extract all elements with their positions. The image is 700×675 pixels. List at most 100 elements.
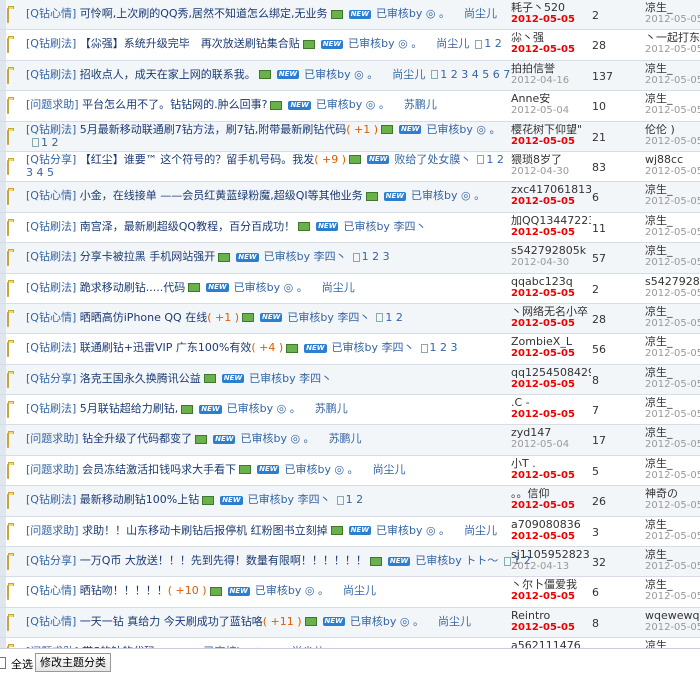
- last-poster[interactable]: 神奇の: [645, 488, 700, 500]
- thread-category-link[interactable]: [Q钻心情]: [26, 311, 76, 324]
- last-user-link[interactable]: 尚尘儿: [392, 68, 425, 81]
- last-user-link[interactable]: 尚尘儿: [438, 615, 471, 628]
- page-links[interactable]: 1 2 3 4 5 6 7: [431, 68, 510, 81]
- thread-category-link[interactable]: [Q钻分享]: [26, 554, 76, 567]
- author-name[interactable]: 樱花树下仰望": [511, 124, 591, 136]
- last-user-link[interactable]: 尚尘儿: [464, 524, 497, 537]
- row-checkbox[interactable]: [0, 0, 6, 30]
- thread-category-link[interactable]: [Q钻刷法]: [26, 220, 76, 233]
- page-links[interactable]: 1 2 3: [420, 341, 458, 354]
- thread-title-link[interactable]: 5月最新移动联通刷7钻方法，刷7钻,附带最新刷钻代码: [80, 123, 347, 136]
- select-all-checkbox[interactable]: [0, 657, 6, 669]
- author-name[interactable]: 加QQ134472233: [511, 215, 591, 227]
- author-name[interactable]: qq1254508429: [511, 367, 591, 379]
- edit-category-button[interactable]: 修改主题分类: [35, 653, 111, 672]
- page-links[interactable]: 1 2: [336, 493, 363, 506]
- author-name[interactable]: 丶尔卜僵爱我: [511, 579, 591, 591]
- thread-category-link[interactable]: [Q钻刷法]: [26, 402, 76, 415]
- row-checkbox[interactable]: [0, 182, 6, 212]
- last-poster[interactable]: 凉生_: [645, 306, 700, 318]
- last-poster[interactable]: 凉生_: [645, 549, 700, 561]
- author-name[interactable]: ZombieX_L: [511, 336, 591, 348]
- row-checkbox[interactable]: [0, 60, 6, 91]
- author-name[interactable]: zyd147: [511, 427, 591, 439]
- thread-title-link[interactable]: 一万Q币 大放送！！！先到先得！数量有限啊！！！！！！: [80, 554, 367, 567]
- last-user-link[interactable]: 尚尘儿: [436, 37, 469, 50]
- thread-title-link[interactable]: 5月联钻超给力刷钻,: [80, 402, 179, 415]
- thread-category-link[interactable]: [问题求助]: [26, 432, 79, 445]
- thread-title-link[interactable]: 【尛强】系统升级完毕 再次放送刷钻集合贴: [80, 37, 300, 50]
- thread-title-link[interactable]: 晒钻吻！！！！！: [80, 584, 168, 597]
- last-poster[interactable]: 凉生_: [645, 397, 700, 409]
- thread-category-link[interactable]: [Q钻刷法]: [26, 68, 76, 81]
- last-user-link[interactable]: 苏鹏儿: [315, 402, 348, 415]
- select-all-label[interactable]: 全选: [11, 656, 33, 672]
- author-name[interactable]: 猥琐8岁了: [511, 154, 591, 166]
- thread-category-link[interactable]: [问题求助]: [26, 463, 79, 476]
- last-poster[interactable]: wj88cc: [645, 154, 700, 166]
- last-poster[interactable]: 凉生_: [645, 215, 700, 227]
- last-poster[interactable]: 凉生_: [645, 63, 700, 75]
- thread-category-link[interactable]: [问题求助]: [26, 524, 79, 537]
- last-poster[interactable]: 凉生_: [645, 245, 700, 257]
- thread-title-link[interactable]: 南宫泽，最新刷超级QQ教程，百分百成功！: [80, 220, 295, 233]
- last-user-link[interactable]: 尚尘儿: [464, 7, 497, 20]
- thread-title-link[interactable]: 分享卡被拉黑 手机网站强开: [80, 250, 216, 263]
- row-checkbox[interactable]: [0, 91, 6, 121]
- author-name[interactable]: Reintro: [511, 610, 591, 622]
- last-user-link[interactable]: 苏鹏儿: [329, 432, 362, 445]
- page-numbers[interactable]: 1 2 3: [362, 250, 390, 263]
- author-name[interactable]: qqabc123q: [511, 276, 591, 288]
- last-poster[interactable]: s542792805: [645, 276, 700, 288]
- page-links[interactable]: 1 2 3: [352, 250, 390, 263]
- thread-title-link[interactable]: 跪求移动刷钻.....代码: [80, 281, 185, 294]
- thread-category-link[interactable]: [Q钻刷法]: [26, 37, 76, 50]
- thread-category-link[interactable]: [Q钻刷法]: [26, 281, 76, 294]
- thread-category-link[interactable]: [Q钻心情]: [26, 615, 76, 628]
- author-name[interactable]: 耗子丶520: [511, 2, 591, 14]
- last-poster[interactable]: 丶一起打东桥: [645, 32, 700, 44]
- page-numbers[interactable]: 1 2 3: [430, 341, 458, 354]
- author-name[interactable]: 。。信仰: [511, 488, 591, 500]
- last-poster[interactable]: wqewewqwq: [645, 610, 700, 622]
- row-checkbox[interactable]: [0, 455, 6, 486]
- row-checkbox[interactable]: [0, 364, 6, 395]
- thread-category-link[interactable]: [Q钻刷法]: [26, 123, 76, 136]
- row-checkbox[interactable]: [0, 425, 6, 455]
- page-links[interactable]: 1 2: [475, 37, 502, 50]
- last-poster[interactable]: 凉生_: [645, 519, 700, 531]
- author-name[interactable]: 小T .: [511, 458, 591, 470]
- page-links[interactable]: 1 2: [32, 136, 59, 149]
- thread-category-link[interactable]: [Q钻刷法]: [26, 250, 76, 263]
- page-numbers[interactable]: 1 2: [484, 37, 502, 50]
- last-poster[interactable]: 凉生_: [645, 458, 700, 470]
- author-name[interactable]: 尛丶强: [511, 32, 591, 44]
- last-poster[interactable]: 凉生_: [645, 184, 700, 196]
- thread-title-link[interactable]: 求助！！山东移动卡刷钻后报停机 红粉图书立刻掉: [82, 524, 328, 537]
- author-name[interactable]: zxc417061813: [511, 184, 591, 196]
- row-checkbox[interactable]: [0, 334, 6, 364]
- last-poster[interactable]: 凉生_: [645, 427, 700, 439]
- thread-category-link[interactable]: [Q钻分享]: [26, 372, 76, 385]
- author-name[interactable]: Anne安: [511, 93, 591, 105]
- last-poster[interactable]: 凉生_: [645, 336, 700, 348]
- thread-category-link[interactable]: [问题求助]: [26, 98, 79, 111]
- author-name[interactable]: sj1105952823: [511, 549, 591, 561]
- author-name[interactable]: 丶网络无名小卒: [511, 306, 591, 318]
- author-name[interactable]: s542792805k: [511, 245, 591, 257]
- thread-title-link[interactable]: 联通刷钻+迅雷VIP 广东100%有效: [80, 341, 252, 354]
- last-poster[interactable]: 凉生_: [645, 93, 700, 105]
- last-user-link[interactable]: 尚尘儿: [322, 281, 355, 294]
- last-user-link[interactable]: 苏鹏儿: [404, 98, 437, 111]
- row-checkbox[interactable]: [0, 395, 6, 425]
- thread-category-link[interactable]: [Q钻心情]: [26, 189, 76, 202]
- row-checkbox[interactable]: [0, 212, 6, 243]
- row-checkbox[interactable]: [0, 30, 6, 60]
- row-checkbox[interactable]: [0, 516, 6, 547]
- last-poster[interactable]: 凉生_: [645, 579, 700, 591]
- thread-title-link[interactable]: 钻全升级了代码都变了: [82, 432, 192, 445]
- author-name[interactable]: 拍拍信誉: [511, 63, 591, 75]
- thread-title-link[interactable]: 最新移动刷钻100%上钻: [80, 493, 199, 506]
- thread-title-link[interactable]: 会员冻结激活扣钱吗求大手看下: [82, 463, 236, 476]
- thread-title-link[interactable]: 一天一钻 真给力 今天刷成功了蓝钻咯: [80, 615, 263, 628]
